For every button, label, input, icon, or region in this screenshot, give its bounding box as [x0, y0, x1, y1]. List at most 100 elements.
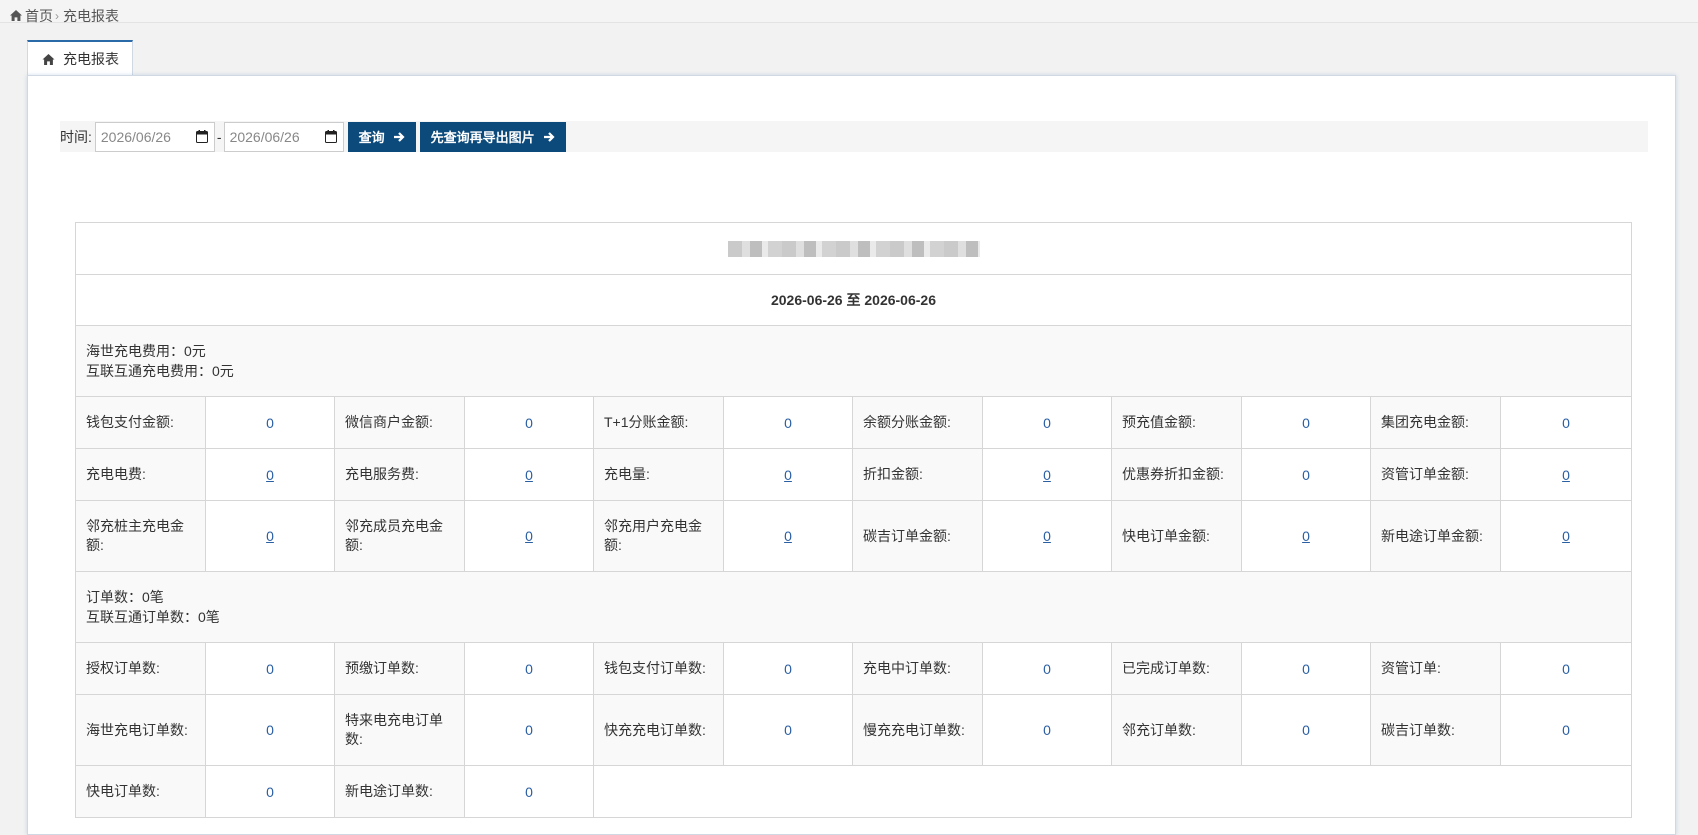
fee-metric-value: 0: [723, 396, 853, 449]
order-metric-label: 充电中订单数:: [852, 642, 983, 695]
order-metric-label: 资管订单:: [1370, 642, 1501, 695]
order-metric-label: 钱包支付订单数:: [593, 642, 724, 695]
charging-report-table: 2026-06-26 至 2026-06-26 海世充电费用：0元 互联互通充电…: [75, 222, 1632, 818]
order-metric-label: 海世充电订单数:: [75, 694, 206, 766]
fee-metric-value-link[interactable]: 0: [982, 500, 1112, 572]
calendar-icon: [195, 130, 208, 143]
home-icon: [42, 53, 55, 65]
home-icon: [10, 10, 22, 21]
fee-metric-label: 资管订单金额:: [1370, 448, 1501, 501]
order-metric-value: 0: [205, 694, 335, 766]
export-button-label: 先查询再导出图片: [430, 130, 535, 145]
fee-metric-label: 折扣金额:: [852, 448, 983, 501]
order-summary-cell: 订单数：0笔 互联互通订单数：0笔: [75, 571, 1632, 643]
fee-summary-line-1: 海世充电费用：0元: [86, 343, 206, 359]
order-metric-label: 快充充电订单数:: [593, 694, 724, 766]
fee-metric-value-link[interactable]: 0: [1500, 500, 1632, 572]
fee-metric-value: 0: [1241, 396, 1371, 449]
order-summary-line-1: 订单数：0笔: [86, 589, 164, 605]
start-date-input[interactable]: 2026/06/26: [94, 121, 215, 152]
fee-metric-value-link[interactable]: 0: [205, 448, 335, 501]
end-date-input[interactable]: 2026/06/26: [223, 121, 344, 152]
order-metric-value: 0: [1241, 642, 1371, 695]
start-date-value: 2026/06/26: [100, 128, 171, 145]
fee-metric-label: 预充值金额:: [1111, 396, 1242, 449]
order-metric-label: 已完成订单数:: [1111, 642, 1242, 695]
fee-metric-label: 集团充电金额:: [1370, 396, 1501, 449]
date-range-row: 2026-06-26 至 2026-06-26: [75, 274, 1632, 326]
order-metric-label: 特来电充电订单数:: [334, 694, 465, 766]
order-metric-label: 快电订单数:: [75, 765, 206, 818]
fee-metric-value: 0: [982, 396, 1112, 449]
redacted-station-name: [727, 241, 980, 258]
breadcrumb-current: 充电报表: [63, 7, 119, 24]
report-panel: 时间: 2026/06/26 - 2026/06/26 查询 先查询再导出图片: [27, 75, 1676, 835]
fee-metric-row: 钱包支付金额: 0 微信商户金额: 0 T+1分账金额: 0 余额分账金额: 0 预充值金额: 0…: [75, 396, 1632, 449]
fee-metric-value-link[interactable]: 0: [464, 448, 594, 501]
order-metric-value: 0: [1500, 694, 1632, 766]
order-metric-value: 0: [205, 765, 335, 818]
order-metric-label: 碳吉订单数:: [1370, 694, 1501, 766]
fee-metric-label: 充电电费:: [75, 448, 206, 501]
report-title-cell: [75, 222, 1632, 275]
fee-metric-value-link[interactable]: 0: [723, 448, 853, 501]
date-range-text: 2026-06-26 至 2026-06-26: [75, 274, 1632, 326]
fee-metric-value-link[interactable]: 0: [1500, 448, 1632, 501]
fee-metric-value: 0: [205, 396, 335, 449]
fee-metric-value-link[interactable]: 0: [1241, 500, 1371, 572]
fee-metric-value-link[interactable]: 0: [464, 500, 594, 572]
order-metric-value: 0: [205, 642, 335, 695]
order-metric-value: 0: [464, 694, 594, 766]
order-summary-line-2: 互联互通订单数：0笔: [86, 609, 220, 625]
export-image-button[interactable]: 先查询再导出图片: [419, 121, 566, 152]
fee-metric-label: 邻充用户充电金额:: [593, 500, 724, 572]
fee-metric-value-link[interactable]: 0: [723, 500, 853, 572]
order-summary-row: 订单数：0笔 互联互通订单数：0笔: [75, 571, 1632, 643]
order-metric-value: 0: [1241, 694, 1371, 766]
filter-toolbar: 时间: 2026/06/26 - 2026/06/26 查询 先查询再导出图片: [60, 121, 1648, 152]
order-metric-row: 授权订单数: 0 预缴订单数: 0 钱包支付订单数: 0 充电中订单数: 0 已完成订单数: 0 资…: [75, 642, 1632, 695]
order-metric-value: 0: [464, 642, 594, 695]
query-button[interactable]: 查询: [347, 121, 416, 152]
fee-metric-label: 钱包支付金额:: [75, 396, 206, 449]
breadcrumb-home-label: 首页: [25, 7, 53, 24]
order-metric-value: 0: [464, 765, 594, 818]
fee-metric-label: 充电量:: [593, 448, 724, 501]
fee-metric-label: 微信商户金额:: [334, 396, 465, 449]
fee-metric-label: 碳吉订单金额:: [852, 500, 983, 572]
fee-metric-label: 新电途订单金额:: [1370, 500, 1501, 572]
fee-metric-value-link[interactable]: 0: [982, 448, 1112, 501]
chevron-right-icon: ›: [55, 8, 59, 23]
order-metric-value: 0: [982, 642, 1112, 695]
order-metric-label: 新电途订单数:: [334, 765, 465, 818]
arrow-right-icon: [393, 131, 405, 142]
breadcrumb-home-link[interactable]: 首页: [10, 6, 53, 26]
order-metric-value: 0: [723, 642, 853, 695]
order-metric-row: 海世充电订单数: 0 特来电充电订单数: 0 快充充电订单数: 0 慢充充电订单数: 0 邻充订…: [75, 694, 1632, 766]
fee-metric-label: 邻充成员充电金额:: [334, 500, 465, 572]
fee-summary-cell: 海世充电费用：0元 互联互通充电费用：0元: [75, 325, 1632, 397]
end-date-value: 2026/06/26: [229, 128, 300, 145]
fee-summary-line-2: 互联互通充电费用：0元: [86, 363, 234, 379]
report-title-row: [75, 222, 1632, 275]
order-metric-value: 0: [723, 694, 853, 766]
calendar-icon: [324, 130, 337, 143]
fee-metric-label: 邻充桩主充电金额:: [75, 500, 206, 572]
fee-metric-label: 快电订单金额:: [1111, 500, 1242, 572]
fee-metric-label: 优惠券折扣金额:: [1111, 448, 1242, 501]
fee-metric-label: 余额分账金额:: [852, 396, 983, 449]
fee-metric-row: 充电电费: 0 充电服务费: 0 充电量: 0 折扣金额: 0 优惠券折扣金额: 0 资管订单金额:…: [75, 448, 1632, 501]
tab-bar: 充电报表: [27, 40, 133, 76]
fee-metric-label: 充电服务费:: [334, 448, 465, 501]
tab-charging-report[interactable]: 充电报表: [27, 40, 133, 76]
fee-metric-value-link[interactable]: 0: [205, 500, 335, 572]
order-metric-value: 0: [982, 694, 1112, 766]
breadcrumb: 首页 › 充电报表: [0, 0, 1698, 26]
order-metric-label: 慢充充电订单数:: [852, 694, 983, 766]
query-button-label: 查询: [358, 130, 385, 145]
order-metric-label: 邻充订单数:: [1111, 694, 1242, 766]
arrow-right-icon: [543, 131, 555, 142]
tab-label: 充电报表: [63, 51, 119, 67]
fee-metric-label: T+1分账金额:: [593, 396, 724, 449]
order-metric-label: 预缴订单数:: [334, 642, 465, 695]
